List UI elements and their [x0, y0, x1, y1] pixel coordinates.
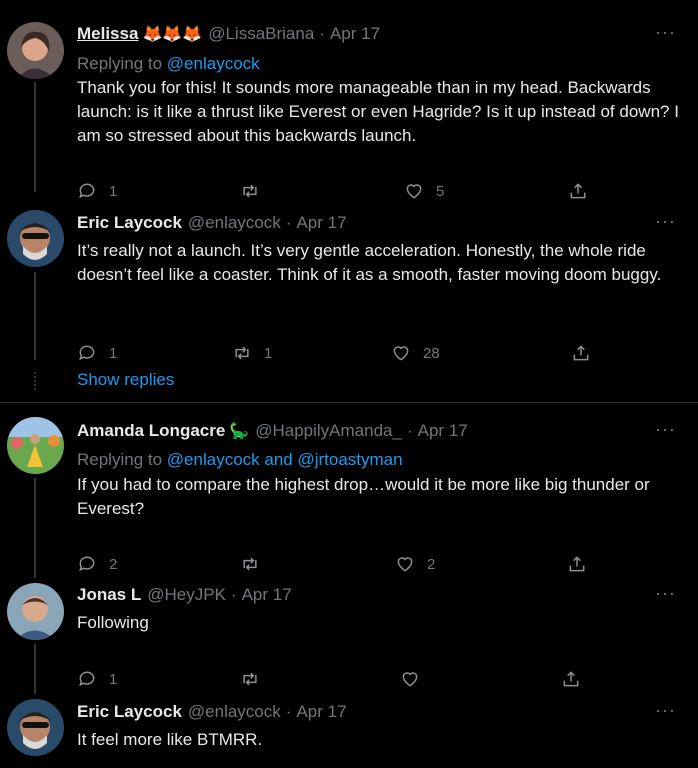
like-button[interactable]	[400, 669, 561, 689]
reply-icon	[79, 671, 95, 687]
reply-count: 2	[109, 555, 118, 573]
author-name[interactable]: Melissa	[77, 24, 138, 44]
tweet-date[interactable]: Apr 17	[330, 24, 380, 44]
reply-button[interactable]: 1	[77, 343, 232, 363]
author-handle[interactable]: @enlaycock	[188, 213, 281, 233]
like-count: 28	[423, 344, 440, 362]
replying-to: Replying to @enlaycock and @jrtoastyman	[77, 450, 403, 470]
retweet-button[interactable]	[240, 554, 395, 574]
retweet-icon	[243, 557, 257, 571]
tweet-date[interactable]: Apr 17	[242, 585, 292, 605]
avatar[interactable]	[7, 417, 64, 474]
tweet[interactable]: Jonas L @HeyJPK · Apr 17 ··· Following 1	[0, 573, 698, 693]
share-button[interactable]	[561, 669, 581, 689]
separator-dot: ·	[406, 421, 413, 440]
author-name[interactable]: Eric Laycock	[77, 213, 182, 233]
avatar[interactable]	[7, 22, 64, 79]
reply-count: 1	[109, 344, 118, 362]
retweet-button[interactable]	[240, 181, 404, 201]
separator-dot: ·	[285, 702, 292, 721]
tweet-text: It’s really not a launch. It’s very gent…	[77, 241, 662, 284]
avatar[interactable]	[7, 210, 64, 267]
reply-icon	[79, 556, 95, 572]
fox-emojis: 🦊🦊🦊	[142, 26, 203, 43]
more-options-icon[interactable]: ···	[655, 700, 676, 721]
tweet-text: Following	[77, 613, 149, 632]
share-button[interactable]	[568, 181, 588, 201]
like-count: 2	[427, 555, 436, 573]
reply-count: 1	[109, 670, 118, 688]
author-name[interactable]: Eric Laycock	[77, 702, 182, 722]
share-button[interactable]	[567, 554, 587, 574]
author-handle[interactable]: @LissaBriana	[208, 24, 314, 44]
tweet-text: Thank you for this! It sounds more manag…	[77, 78, 679, 145]
dinosaur-emoji: 🦕	[229, 423, 250, 440]
tweet-date[interactable]: Apr 17	[418, 421, 468, 441]
retweet-button[interactable]: 1	[232, 343, 391, 363]
reply-count: 1	[109, 182, 118, 200]
like-count: 5	[436, 182, 445, 200]
replying-to: Replying to @enlaycock	[77, 54, 260, 74]
replying-to-link[interactable]: @enlaycock	[167, 54, 260, 73]
like-button[interactable]: 2	[395, 554, 567, 574]
share-icon	[563, 671, 579, 687]
separator-dot: ·	[230, 585, 237, 604]
more-options-icon[interactable]: ···	[655, 22, 676, 43]
more-options-icon[interactable]: ···	[655, 419, 676, 440]
share-icon	[569, 556, 585, 572]
tweet[interactable]: Eric Laycock @enlaycock · Apr 17 ··· It …	[0, 693, 698, 768]
reply-icon	[79, 345, 95, 361]
share-button[interactable]	[571, 343, 591, 363]
reply-button[interactable]: 2	[77, 554, 240, 574]
more-options-icon[interactable]: ···	[655, 583, 676, 604]
retweet-icon	[235, 346, 249, 360]
share-icon	[570, 183, 586, 199]
heart-icon	[393, 346, 409, 361]
tweet[interactable]: Melissa 🦊🦊🦊 @LissaBriana · Apr 17 ··· Re…	[0, 0, 698, 200]
separator-dot: ·	[319, 24, 325, 43]
author-handle[interactable]: @enlaycock	[188, 702, 281, 722]
reply-icon	[79, 183, 95, 199]
like-button[interactable]: 5	[404, 181, 568, 201]
heart-icon	[402, 672, 418, 687]
author-name[interactable]: Amanda Longacre	[77, 421, 225, 441]
reply-button[interactable]: 1	[77, 181, 240, 201]
heart-icon	[406, 184, 422, 199]
avatar[interactable]	[7, 583, 64, 640]
like-button[interactable]: 28	[391, 343, 571, 363]
reply-button[interactable]: 1	[77, 669, 240, 689]
replying-to-link[interactable]: @enlaycock and @jrtoastyman	[167, 450, 403, 469]
tweet-text: It feel more like BTMRR.	[77, 730, 263, 749]
heart-icon	[397, 557, 413, 572]
separator-dot: ·	[285, 213, 292, 232]
retweet-icon	[243, 184, 257, 198]
share-icon	[573, 345, 589, 361]
retweet-count: 1	[264, 344, 273, 362]
replying-to-label: Replying to	[77, 54, 163, 73]
author-handle[interactable]: @HappilyAmanda_	[255, 421, 402, 441]
tweet-text: If you had to compare the highest drop…w…	[77, 475, 650, 518]
avatar[interactable]	[7, 699, 64, 756]
retweet-button[interactable]	[240, 669, 400, 689]
author-handle[interactable]: @HeyJPK	[147, 585, 226, 605]
retweet-icon	[243, 672, 257, 686]
tweet-date[interactable]: Apr 17	[296, 213, 346, 233]
author-name[interactable]: Jonas L	[77, 585, 141, 605]
more-options-icon[interactable]: ···	[655, 211, 676, 232]
show-replies-link[interactable]: Show replies	[77, 370, 174, 390]
tweet-date[interactable]: Apr 17	[296, 702, 346, 722]
replying-to-label: Replying to	[77, 450, 163, 469]
tweet[interactable]: Amanda Longacre 🦕 @HappilyAmanda_ · Apr …	[0, 403, 698, 573]
